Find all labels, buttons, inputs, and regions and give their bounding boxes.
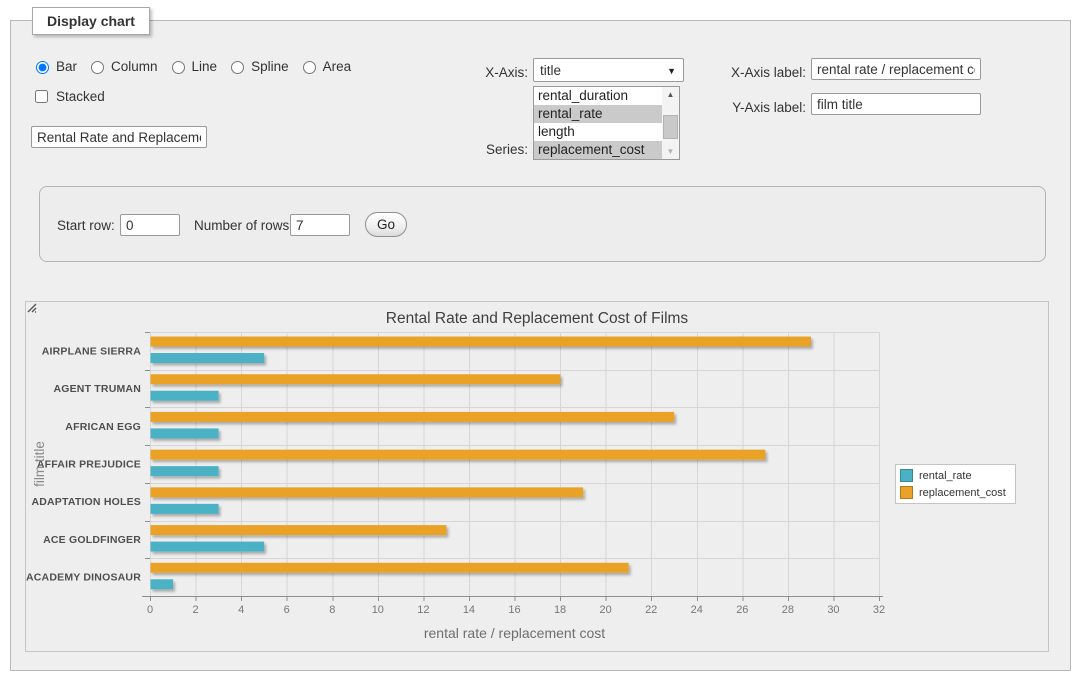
x-axis-select-label: X-Axis: (431, 63, 528, 83)
grid (150, 332, 880, 597)
bars-replacement_cost (151, 337, 811, 573)
chevron-down-icon: ▼ (667, 66, 676, 76)
legend-item-replacement_cost: replacement_cost (900, 486, 1006, 499)
svg-text:30: 30 (827, 604, 839, 616)
series-option-length[interactable]: length (534, 123, 663, 141)
svg-text:8: 8 (329, 604, 335, 616)
svg-text:AFRICAN EGG: AFRICAN EGG (65, 421, 141, 433)
svg-text:28: 28 (782, 604, 794, 616)
series-option-rental_rate[interactable]: rental_rate (534, 105, 663, 123)
series-select-label: Series: (431, 140, 528, 160)
radio-area[interactable] (303, 61, 316, 74)
series-option-rental_duration[interactable]: rental_duration (534, 87, 663, 105)
svg-text:22: 22 (645, 604, 657, 616)
radio-label: Line (192, 59, 218, 74)
radio-label: Bar (56, 59, 77, 74)
chart-title-input[interactable] (31, 126, 207, 148)
chart-type-option-area[interactable]: Area (298, 58, 352, 74)
x-tick-labels: 02468101214161820222426283032 (147, 604, 885, 616)
svg-text:ADAPTATION HOLES: ADAPTATION HOLES (31, 496, 141, 508)
x-axis-select[interactable]: title ▼ (533, 58, 684, 82)
legend-item-rental_rate: rental_rate (900, 469, 1006, 482)
x-axis-label-input[interactable] (811, 58, 981, 80)
series-listbox[interactable]: rental_durationrental_ratelengthreplacem… (533, 86, 680, 160)
y-axis-label-input[interactable] (811, 93, 981, 115)
svg-text:2: 2 (193, 604, 199, 616)
number-of-rows-label: Number of rows: (194, 216, 293, 236)
series-option-replacement_cost[interactable]: replacement_cost (534, 141, 663, 159)
stacked-checkbox-row[interactable]: Stacked (31, 87, 105, 106)
radio-label: Spline (251, 59, 289, 74)
svg-text:16: 16 (508, 604, 520, 616)
legend-swatch (900, 469, 913, 482)
y-axis-label-label: Y-Axis label: (706, 98, 806, 118)
chart-type-group: Bar Column Line Spline Area (31, 58, 351, 74)
legend-label: replacement_cost (919, 487, 1006, 499)
stacked-label: Stacked (56, 89, 105, 104)
radio-line[interactable] (172, 61, 185, 74)
svg-text:rental rate / replacement cost: rental rate / replacement cost (424, 625, 605, 641)
svg-text:Rental Rate and Replacement Co: Rental Rate and Replacement Cost of Film… (386, 310, 689, 327)
scroll-up-icon[interactable]: ▲ (662, 87, 679, 102)
svg-text:32: 32 (873, 604, 885, 616)
svg-text:20: 20 (600, 604, 612, 616)
svg-text:4: 4 (238, 604, 244, 616)
svg-text:ACE GOLDFINGER: ACE GOLDFINGER (43, 534, 141, 546)
number-of-rows-input[interactable] (290, 214, 350, 236)
chart-type-option-bar[interactable]: Bar (31, 58, 77, 74)
series-scrollbar[interactable]: ▲ ▼ (662, 87, 679, 159)
scrollbar-thumb[interactable] (663, 115, 678, 139)
svg-text:10: 10 (372, 604, 384, 616)
chart-type-option-column[interactable]: Column (86, 58, 158, 74)
svg-text:AGENT TRUMAN: AGENT TRUMAN (53, 383, 141, 395)
svg-text:18: 18 (554, 604, 566, 616)
fieldset-legend: Display chart (32, 7, 150, 35)
svg-text:14: 14 (463, 604, 475, 616)
svg-text:AIRPLANE SIERRA: AIRPLANE SIERRA (42, 345, 141, 357)
chart-container: Rental Rate and Replacement Cost of Film… (25, 301, 1049, 652)
stacked-checkbox[interactable] (35, 90, 48, 103)
radio-label: Area (323, 59, 352, 74)
svg-text:12: 12 (417, 604, 429, 616)
svg-text:6: 6 (284, 604, 290, 616)
svg-text:AFFAIR PREJUDICE: AFFAIR PREJUDICE (37, 459, 141, 471)
svg-text:0: 0 (147, 604, 153, 616)
bars-rental_rate (151, 353, 265, 589)
legend-swatch (900, 486, 913, 499)
chart-type-option-line[interactable]: Line (167, 58, 218, 74)
chart-type-option-spline[interactable]: Spline (226, 58, 289, 74)
svg-text:26: 26 (736, 604, 748, 616)
page: Display chart Bar Column Line Spline Area St… (0, 0, 1081, 681)
radio-column[interactable] (91, 61, 104, 74)
radio-label: Column (111, 59, 158, 74)
legend-label: rental_rate (919, 470, 972, 482)
start-row-input[interactable] (120, 214, 180, 236)
radio-spline[interactable] (231, 61, 244, 74)
start-row-label: Start row: (57, 216, 115, 236)
rows-panel: Start row: Number of rows: Go (39, 186, 1046, 262)
scroll-down-icon[interactable]: ▼ (662, 144, 679, 159)
chart-legend: rental_rate replacement_cost (895, 464, 1016, 504)
radio-bar[interactable] (36, 61, 49, 74)
svg-text:24: 24 (691, 604, 703, 616)
svg-text:film title: film title (32, 441, 47, 487)
resize-grip-icon[interactable] (26, 302, 37, 313)
axes (142, 333, 883, 602)
x-axis-selected-value: title (540, 63, 561, 78)
x-axis-label-label: X-Axis label: (706, 63, 806, 83)
svg-text:ACADEMY DINOSAUR: ACADEMY DINOSAUR (26, 572, 141, 584)
display-chart-fieldset: Display chart BarColumnLineSplineArea St… (10, 20, 1071, 671)
series-options: rental_durationrental_ratelengthreplacem… (534, 87, 679, 159)
go-button[interactable]: Go (365, 212, 407, 237)
